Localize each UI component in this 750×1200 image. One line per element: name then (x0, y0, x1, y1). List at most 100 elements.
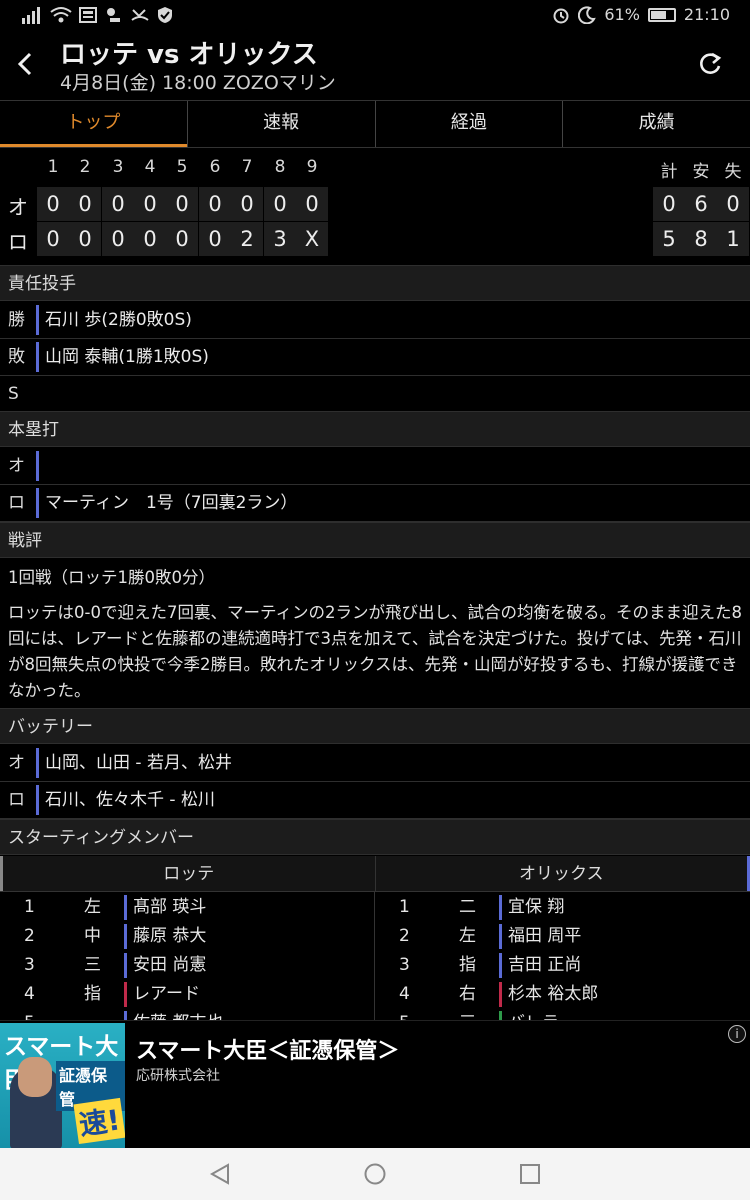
homerun-row-lotte: ロ マーティン 1号（7回裏2ラン） (0, 485, 750, 522)
inning-score: 0 (102, 187, 134, 221)
inning-header: 5 (176, 157, 188, 177)
lineup-order: 3 (399, 955, 410, 975)
ad-image-badge: 速! (73, 1097, 125, 1145)
ad-image[interactable]: スマート大臣 証憑保管 速! (0, 1023, 125, 1149)
inning-score: 2 (231, 222, 263, 256)
game-summary: ロッテは0-0で迎えた7回裏、マーティンの2ランが飛び出し、試合の均衡を破る。そ… (8, 603, 742, 700)
system-nav-bar (0, 1148, 750, 1200)
inning-score: 0 (69, 187, 101, 221)
row-key: ロ (8, 790, 25, 810)
inning-score: 0 (166, 222, 198, 256)
tab-progress[interactable]: 経過 (376, 101, 564, 147)
status-icons-left (22, 6, 174, 24)
lineup-name[interactable]: 宜保 翔 (499, 895, 564, 920)
game-title: ロッテ vs オリックス (60, 40, 318, 70)
inning-score: 0 (231, 187, 263, 221)
loss-pitcher[interactable]: 山岡 泰輔(1勝1敗0S) (36, 342, 209, 372)
lineup-order: 4 (24, 984, 35, 1004)
call-missed-icon (131, 9, 149, 21)
inning-score: 0 (134, 222, 166, 256)
lineup-team-header: ロッテ オリックス (0, 856, 750, 892)
lineup-pos: 左 (84, 897, 101, 917)
section-pitchers: 責任投手 (0, 265, 750, 301)
lineup-row: 2 中 藤原 恭大 2 左 福田 周平 (0, 922, 750, 951)
total-header: 安 (692, 162, 710, 182)
lineup-pos: 指 (84, 984, 101, 1004)
lineup-order: 1 (399, 897, 410, 917)
lineup-order: 2 (399, 926, 410, 946)
total-header: 失 (724, 162, 742, 182)
win-pitcher[interactable]: 石川 歩(2勝0敗0S) (36, 305, 192, 335)
total-score: 0 (653, 187, 685, 221)
battery-orix[interactable]: 山岡、山田 - 若月、松井 (36, 748, 232, 778)
inning-score: 0 (134, 187, 166, 221)
section-battery: バッテリー (0, 708, 750, 744)
tab-stats[interactable]: 成績 (563, 101, 750, 147)
series-record: 1回戦（ロッテ1勝0敗0分） (8, 568, 215, 587)
wifi-icon (50, 7, 72, 23)
lineup-name[interactable]: 髙部 瑛斗 (124, 895, 206, 920)
game-info: 4月8日(金) 18:00 ZOZOマリン (60, 72, 336, 94)
clock: 21:10 (683, 5, 730, 24)
lineup-pos: 二 (459, 897, 476, 917)
battery-icon (647, 7, 676, 22)
section-homeruns: 本塁打 (0, 411, 750, 447)
lineup-pos: 左 (459, 926, 476, 946)
lineup-order: 3 (24, 955, 35, 975)
row-key: 敗 (8, 347, 25, 367)
ad-info-icon[interactable]: i (728, 1025, 746, 1043)
lineup-order: 1 (24, 897, 35, 917)
team-label: オ (8, 195, 28, 219)
lineup-name[interactable]: 杉本 裕太郎 (499, 982, 598, 1007)
pitcher-row-win: 勝 石川 歩(2勝0敗0S) (0, 302, 750, 339)
lineup-name[interactable]: 吉田 正尚 (499, 953, 581, 978)
news-icon (79, 7, 97, 23)
pitcher-row-loss: 敗 山岡 泰輔(1勝1敗0S) (0, 339, 750, 376)
inning-header: 8 (274, 157, 286, 177)
lineup-name[interactable]: 福田 周平 (499, 924, 581, 949)
section-review: 戦評 (0, 522, 750, 558)
inning-score: 0 (296, 187, 328, 221)
nav-recents-icon[interactable] (518, 1162, 542, 1186)
inning-header: 1 (47, 157, 59, 177)
ad-banner[interactable]: スマート大臣 証憑保管 速! スマート大臣＜証憑保管＞ 応研株式会社 i (0, 1020, 750, 1149)
total-score: 8 (685, 222, 717, 256)
row-key: オ (8, 456, 25, 476)
weather-icon (107, 8, 120, 22)
inning-score: X (296, 222, 328, 256)
inning-score: 0 (199, 222, 231, 256)
inning-score: 0 (37, 187, 69, 221)
moon-icon (578, 5, 597, 24)
row-key: S (8, 384, 19, 404)
homerun-lotte[interactable]: マーティン 1号（7回裏2ラン） (36, 488, 297, 518)
inning-score: 0 (264, 187, 296, 221)
section-starting: スターティングメンバー (0, 819, 750, 855)
lineup-team-orix: オリックス (375, 856, 750, 891)
homerun-orix (36, 451, 45, 481)
total-score: 0 (717, 187, 749, 221)
tab-top[interactable]: トップ (0, 101, 188, 147)
team-label: ロ (8, 230, 28, 254)
tab-bar: トップ 速報 経過 成績 (0, 100, 750, 148)
total-score: 5 (653, 222, 685, 256)
lineup-order: 4 (399, 984, 410, 1004)
signal-icon (22, 7, 40, 24)
nav-home-icon[interactable] (363, 1162, 387, 1186)
shield-icon (158, 7, 172, 23)
back-arrow-icon[interactable] (14, 50, 38, 78)
inning-score: 0 (37, 222, 69, 256)
lineup-row: 3 三 安田 尚憲 3 指 吉田 正尚 (0, 951, 750, 980)
refresh-icon[interactable] (696, 50, 724, 78)
status-icons-right: 61% 21:10 (552, 5, 730, 24)
battery-lotte[interactable]: 石川、佐々木千 - 松川 (36, 785, 215, 815)
lineup-name[interactable]: 藤原 恭大 (124, 924, 206, 949)
lineup-name[interactable]: 安田 尚憲 (124, 953, 206, 978)
total-score: 1 (717, 222, 749, 256)
pitcher-row-save: S (0, 376, 750, 413)
ad-title[interactable]: スマート大臣＜証憑保管＞ (136, 1033, 399, 1065)
lineup-name[interactable]: レアード (124, 982, 200, 1007)
tab-live[interactable]: 速報 (188, 101, 376, 147)
nav-back-icon[interactable] (208, 1162, 232, 1186)
inning-header: 4 (144, 157, 156, 177)
inning-header: 2 (79, 157, 91, 177)
